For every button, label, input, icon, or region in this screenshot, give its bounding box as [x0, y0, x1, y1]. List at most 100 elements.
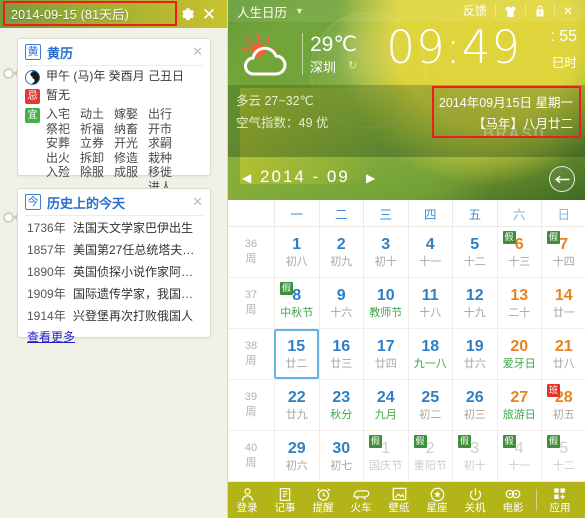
calendar-day-cell[interactable]: 3 初十 [363, 227, 408, 277]
calendar-day-cell[interactable]: 假 6 十三 [496, 227, 542, 277]
week-number: 38 周 [244, 340, 258, 367]
huangli-title: 黄历 [47, 45, 74, 61]
day-number: 2 [336, 235, 346, 253]
close-icon[interactable]: ✕ [192, 45, 203, 58]
left-triangle-icon[interactable]: ◀ [242, 171, 251, 185]
calendar-day-cell[interactable]: 10 教师节 [363, 278, 408, 328]
calendar-day-cell[interactable]: 23 秋分 [318, 380, 364, 430]
history-year: 1736年 [27, 220, 66, 235]
lock-icon[interactable] [524, 4, 554, 18]
day-sublabel: 十八 [419, 306, 442, 319]
refresh-icon[interactable]: ↻ [348, 59, 357, 72]
train-icon [353, 487, 370, 502]
dock-item-notes[interactable]: 记事 [266, 482, 304, 518]
history-text: 英国侦探小说作家阿加… [73, 264, 201, 279]
calendar-day-cell[interactable]: 20 爱牙日 [496, 329, 542, 379]
calendar-weekday-header: 一二三四五六日 [228, 200, 585, 227]
huangli-yi-item: 栽种 [148, 150, 173, 165]
huangli-yi-item: 除服 [80, 165, 105, 179]
holiday-badge-icon: 假 [547, 231, 560, 244]
calendar-day-cell[interactable]: 2 初九 [318, 227, 364, 277]
air-quality: 空气指数：49 优 [236, 116, 329, 130]
huangli-yi-item: 祈福 [80, 121, 105, 136]
calendar-day-cell[interactable]: 假 7 十四 [541, 227, 585, 277]
calendar-day-cell[interactable]: 班 28 初五 [541, 380, 585, 430]
chevron-down-icon[interactable]: ▼ [295, 6, 304, 16]
day-number: 4 [514, 439, 524, 457]
feedback-button[interactable]: 反馈 [455, 4, 495, 18]
calendar-day-cell[interactable]: 假 1 国庆节 [363, 431, 408, 481]
calendar-day-cell[interactable]: 25 初二 [407, 380, 453, 430]
calendar-day-cell[interactable]: 15 廿二 [274, 329, 319, 379]
calendar-day-cell[interactable]: 17 廿四 [363, 329, 408, 379]
day-sublabel: 国庆节 [369, 459, 403, 472]
dock-item-power[interactable]: 关机 [456, 482, 494, 518]
dock-item-alarm-clock[interactable]: 提醒 [304, 482, 342, 518]
day-number: 20 [510, 337, 529, 355]
calendar-day-cell[interactable]: 11 十八 [407, 278, 453, 328]
calendar-day-cell[interactable]: 5 十二 [452, 227, 497, 277]
week-number: 37 周 [244, 289, 258, 316]
calendar-app-panel: BRASIL 人生日历 ▼ 反馈 ✕ 29℃ 深圳 ↻ 多云 27~32℃ 空气… [228, 0, 585, 518]
calendar-day-cell[interactable]: 12 十九 [452, 278, 497, 328]
calendar-day-cell[interactable]: 22 廿九 [274, 380, 319, 430]
calendar-day-cell[interactable]: 假 3 初十 [452, 431, 497, 481]
view-more-link[interactable]: 查看更多 [18, 326, 210, 351]
gear-icon[interactable] [178, 5, 196, 23]
calendar-day-cell[interactable]: 假 8 中秋节 [274, 278, 319, 328]
dock-item-train[interactable]: 火车 [342, 482, 380, 518]
dock-item-film-reel[interactable]: 电影 [494, 482, 532, 518]
day-sublabel: 廿八 [552, 357, 575, 370]
calendar-day-cell[interactable]: 26 初三 [452, 380, 497, 430]
huangli-yi-item: 动土 [80, 107, 105, 121]
calendar-day-cell[interactable]: 19 廿六 [452, 329, 497, 379]
calendar-day-cell[interactable]: 18 九一八 [407, 329, 453, 379]
history-list-item[interactable]: 1857年 美国第27任总统塔夫脱… [18, 238, 210, 260]
calendar-day-cell[interactable]: 30 初七 [318, 431, 364, 481]
close-icon[interactable]: ✕ [200, 5, 218, 23]
dock-item-apps-grid[interactable]: 应用 [541, 482, 579, 518]
day-sublabel: 十二 [463, 255, 486, 268]
calendar-day-cell[interactable]: 16 廿三 [318, 329, 364, 379]
calendar-day-cell[interactable]: 24 九月 [363, 380, 408, 430]
dock-item-label: 记事 [274, 501, 296, 514]
calendar-day-cell[interactable]: 29 初六 [274, 431, 319, 481]
date-annotation-box: 2014年09月15日 星期一 【马年】八月廿二 [432, 86, 581, 138]
calendar-day-cell[interactable]: 9 十六 [318, 278, 364, 328]
calendar-day-cell[interactable]: 21 廿八 [541, 329, 585, 379]
day-sublabel: 十三 [508, 255, 531, 268]
history-list-item[interactable]: 1914年 兴登堡再次打败俄国人 [18, 304, 210, 326]
day-number: 5 [470, 235, 480, 253]
day-number: 12 [465, 286, 484, 304]
dock-item-star-badge[interactable]: 星座 [418, 482, 456, 518]
calendar-day-cell[interactable]: 假 5 十二 [541, 431, 585, 481]
calendar-body: 36 周 1 初八 2 初九 3 初十 4 十一 5 十二假 6 十三假 7 十四 37 周假 8 中秋节 9 十六 10 教… [228, 227, 585, 482]
day-number: 15 [287, 337, 306, 355]
day-number: 7 [559, 235, 569, 253]
calendar-day-cell[interactable]: 4 十一 [407, 227, 453, 277]
right-triangle-icon[interactable]: ▶ [366, 171, 375, 185]
day-sublabel: 十九 [463, 306, 486, 319]
history-list-item[interactable]: 1736年 法国天文学家巴伊出生 [18, 216, 210, 238]
close-icon[interactable]: ✕ [553, 4, 581, 18]
huangli-yi-item: 出火 [46, 150, 71, 165]
today-return-icon[interactable] [549, 166, 575, 192]
calendar-day-cell[interactable]: 14 廿一 [541, 278, 585, 328]
dock-item-person[interactable]: 登录 [228, 482, 266, 518]
week-number: 40 周 [244, 442, 258, 469]
huangli-card: 黄 黄历 ✕ 甲午 (马)年 癸酉月 己丑日 忌 暂无 宜 入宅 动土 嫁娶 出行祭祀… [17, 38, 211, 208]
shirt-icon[interactable] [494, 4, 525, 18]
weekday-header-3: 三 [363, 200, 408, 226]
close-icon[interactable]: ✕ [192, 195, 203, 208]
calendar-day-cell[interactable]: 假 4 十一 [496, 431, 542, 481]
calendar-day-cell[interactable]: 1 初八 [274, 227, 319, 277]
day-number: 26 [465, 388, 484, 406]
wallpaper-icon [392, 487, 407, 502]
calendar-day-cell[interactable]: 13 二十 [496, 278, 542, 328]
history-list-item[interactable]: 1890年 英国侦探小说作家阿加… [18, 260, 210, 282]
calendar-day-cell[interactable]: 27 旅游日 [496, 380, 542, 430]
dock-item-wallpaper[interactable]: 壁纸 [380, 482, 418, 518]
calendar-day-cell[interactable]: 假 2 重阳节 [407, 431, 453, 481]
history-list-item[interactable]: 1909年 国际遗传学家，我国现… [18, 282, 210, 304]
day-number: 21 [554, 337, 573, 355]
